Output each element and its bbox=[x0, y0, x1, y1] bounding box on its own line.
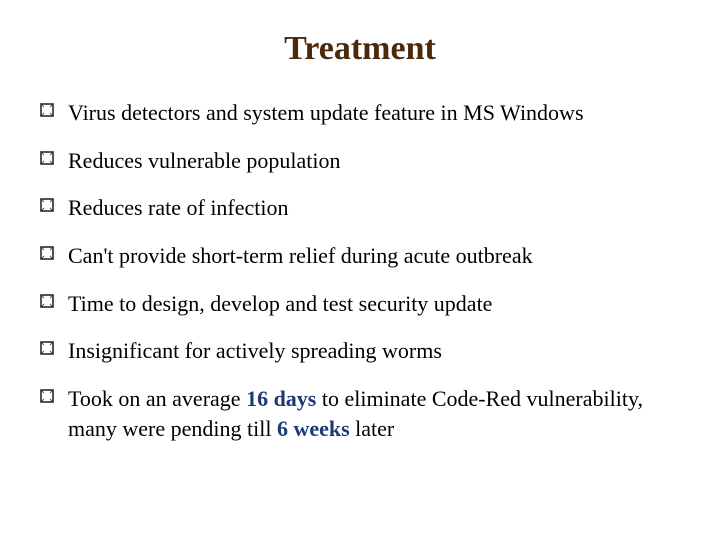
list-item: Can't provide short-term relief during a… bbox=[40, 241, 680, 271]
slide: Treatment Virus detectors and system upd… bbox=[0, 0, 720, 540]
list-item: Insignificant for actively spreading wor… bbox=[40, 336, 680, 366]
square-bullet-icon bbox=[40, 103, 54, 117]
square-bullet-icon bbox=[40, 246, 54, 260]
list-item: Reduces rate of infection bbox=[40, 193, 680, 223]
highlight-days: 16 days bbox=[246, 386, 316, 411]
square-bullet-icon bbox=[40, 198, 54, 212]
square-bullet-icon bbox=[40, 389, 54, 403]
list-item-text: Virus detectors and system update featur… bbox=[68, 100, 584, 125]
list-item-text: Can't provide short-term relief during a… bbox=[68, 243, 533, 268]
list-item: Took on an average 16 days to eliminate … bbox=[40, 384, 680, 443]
list-item-text: Reduces vulnerable population bbox=[68, 148, 340, 173]
highlight-weeks: 6 weeks bbox=[277, 416, 350, 441]
list-item: Time to design, develop and test securit… bbox=[40, 289, 680, 319]
square-bullet-icon bbox=[40, 341, 54, 355]
square-bullet-icon bbox=[40, 294, 54, 308]
slide-title: Treatment bbox=[40, 30, 680, 68]
bullet-list: Virus detectors and system update featur… bbox=[40, 98, 680, 444]
list-item: Virus detectors and system update featur… bbox=[40, 98, 680, 128]
list-item-text-part: later bbox=[350, 416, 395, 441]
list-item-text-part: Took on an average bbox=[68, 386, 246, 411]
list-item: Reduces vulnerable population bbox=[40, 146, 680, 176]
list-item-text: Time to design, develop and test securit… bbox=[68, 291, 492, 316]
list-item-text: Reduces rate of infection bbox=[68, 195, 289, 220]
list-item-text: Insignificant for actively spreading wor… bbox=[68, 338, 442, 363]
square-bullet-icon bbox=[40, 151, 54, 165]
